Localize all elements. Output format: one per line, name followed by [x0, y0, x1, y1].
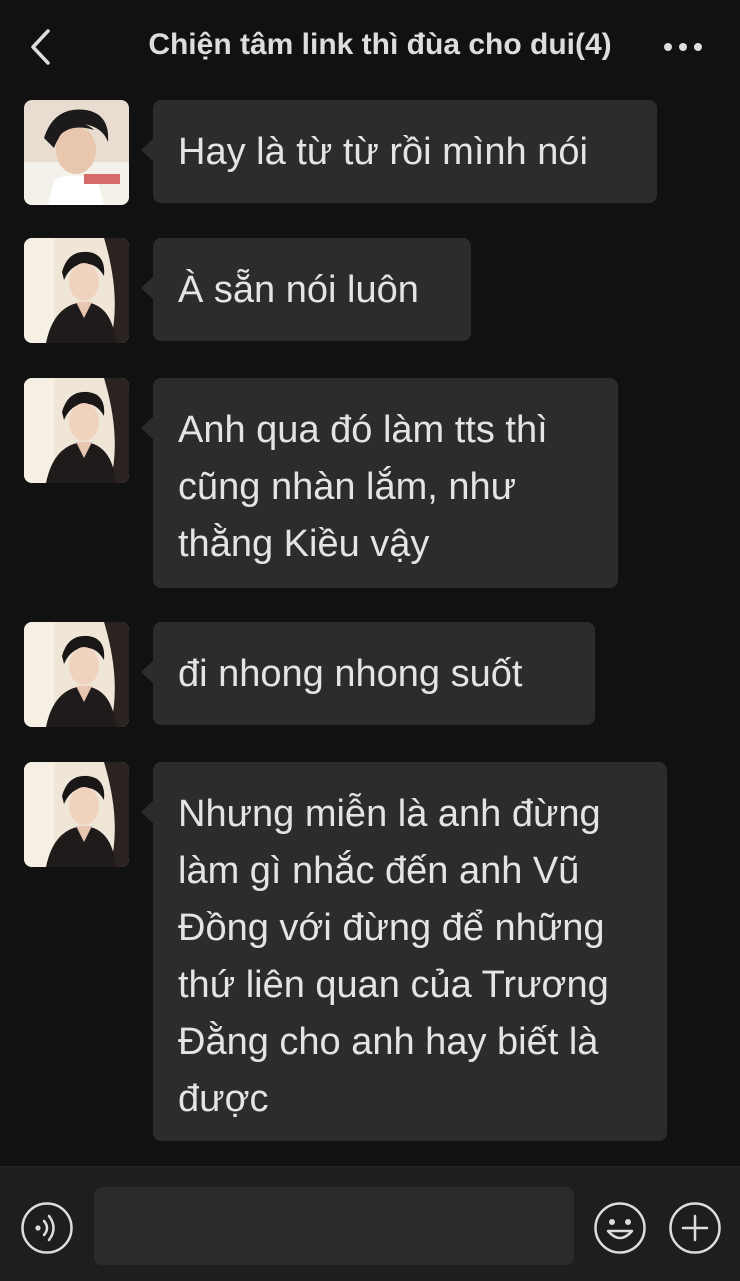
chat-header: Chiện tâm link thì đùa cho dui(4)	[0, 0, 740, 92]
message-input[interactable]	[94, 1187, 574, 1265]
message-line: thứ liên quan của Trương	[178, 964, 609, 1006]
message-text: À sẵn nói luôn	[178, 269, 419, 311]
message-text: Hay là từ từ rồi mình nói	[178, 131, 588, 173]
chat-title: Chiện tâm link thì đùa cho dui(4)	[148, 28, 612, 61]
avatar[interactable]	[24, 622, 129, 727]
message-line: thằng Kiều vậy	[178, 523, 430, 565]
input-bar	[0, 1166, 740, 1281]
avatar[interactable]	[24, 100, 129, 205]
message-line: Đồng với đừng để những	[178, 907, 605, 949]
voice-icon[interactable]	[20, 1201, 74, 1255]
chevron-left-icon[interactable]	[28, 27, 54, 67]
plus-icon[interactable]	[668, 1201, 722, 1255]
avatar[interactable]	[24, 378, 129, 483]
message-line: được	[178, 1078, 269, 1120]
more-dots-icon[interactable]	[660, 36, 706, 58]
message-bubble[interactable]: À sẵn nói luôn	[141, 238, 471, 341]
avatar[interactable]	[24, 762, 129, 867]
message-bubble[interactable]: Anh qua đó làm tts thì cũng nhàn lắm, nh…	[141, 378, 618, 588]
message-bubble[interactable]: Nhưng miễn là anh đừng làm gì nhắc đến a…	[141, 762, 667, 1141]
emoji-icon[interactable]	[593, 1201, 647, 1255]
message-bubble[interactable]: Hay là từ từ rồi mình nói	[141, 100, 657, 203]
message-line: Anh qua đó làm tts thì	[178, 409, 548, 451]
message-line: làm gì nhắc đến anh Vũ	[178, 850, 580, 892]
message-line: cũng nhàn lắm, như	[178, 466, 517, 508]
message-line: Đằng cho anh hay biết là	[178, 1021, 599, 1063]
message-line: Nhưng miễn là anh đừng	[178, 793, 601, 835]
avatar[interactable]	[24, 238, 129, 343]
message-bubble[interactable]: đi nhong nhong suốt	[141, 622, 595, 725]
message-text: đi nhong nhong suốt	[178, 653, 523, 695]
